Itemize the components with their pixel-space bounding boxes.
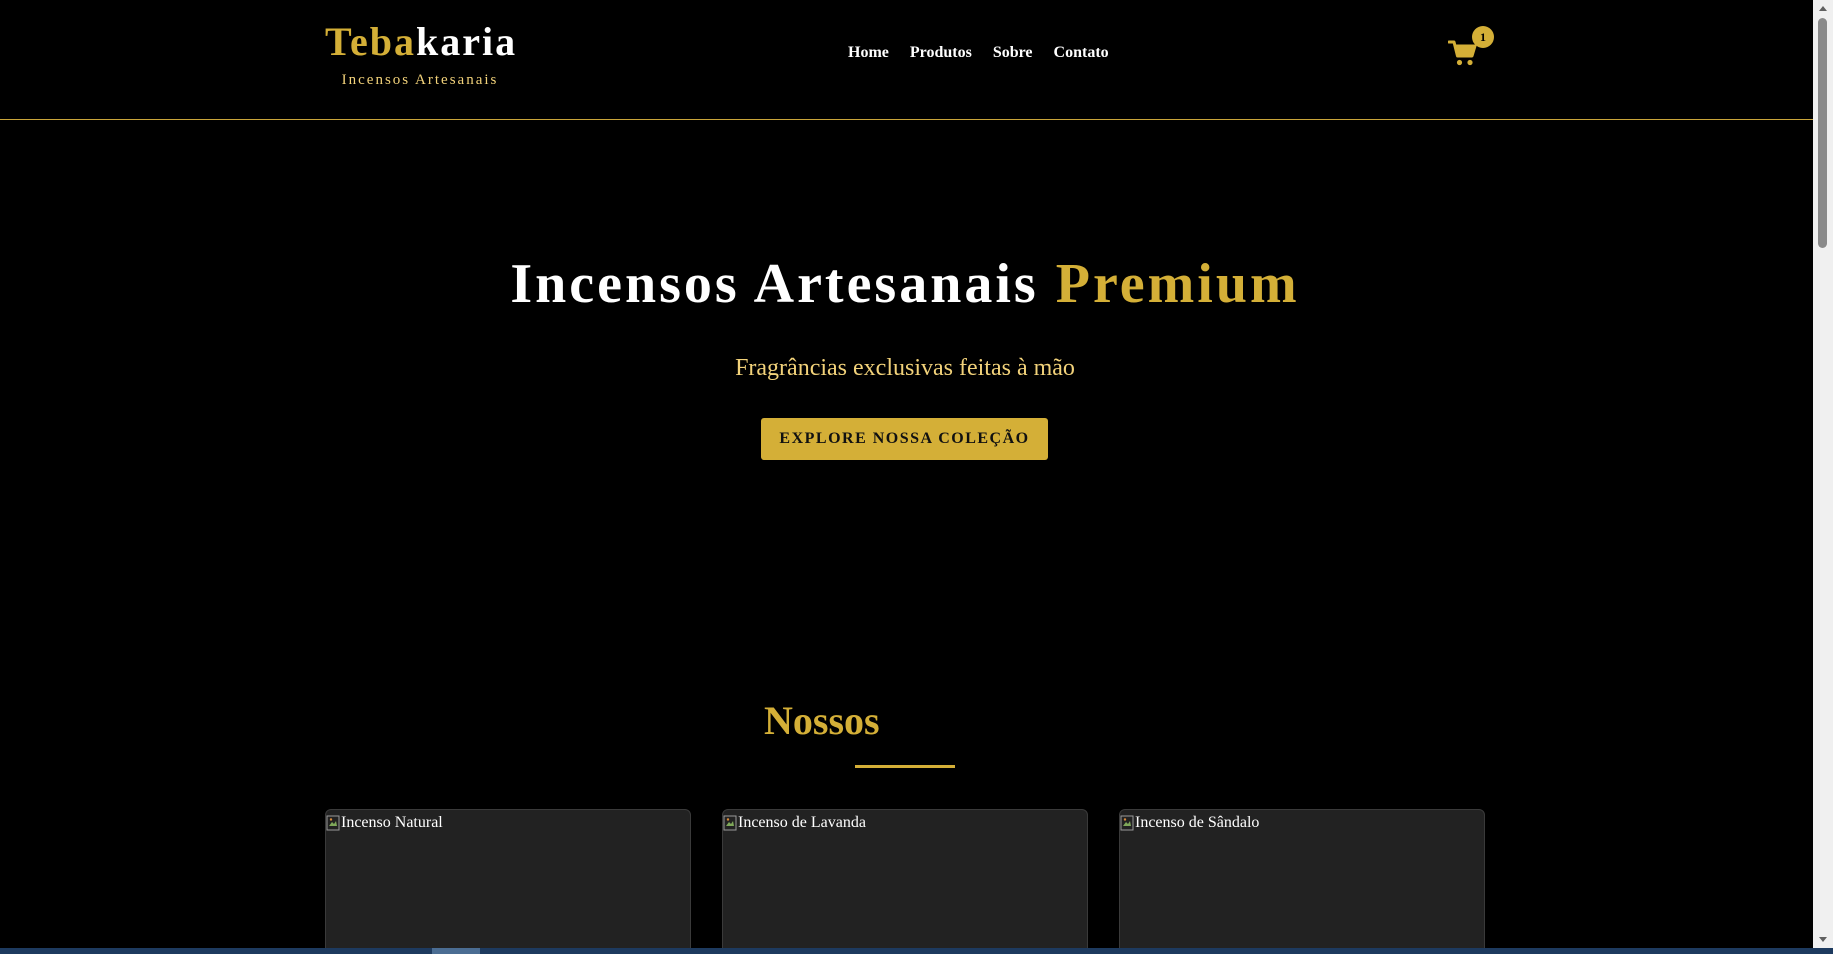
page: Tebakaria Incensos Artesanais Home Produ… <box>0 0 1813 948</box>
taskbar-indicator <box>432 948 480 954</box>
broken-image-icon <box>723 815 737 831</box>
brand-title-white: karia <box>416 19 518 64</box>
product-image-alt-text: Incenso Natural <box>341 814 443 831</box>
broken-image-icon <box>1120 815 1134 831</box>
scrollbar-thumb[interactable] <box>1818 18 1827 248</box>
product-image: Incenso de Sândalo <box>1120 814 1259 832</box>
hero-title-highlight: Premium <box>1055 253 1300 315</box>
brand-title: Tebakaria <box>325 18 515 66</box>
product-image-alt-text: Incenso de Lavanda <box>738 814 866 831</box>
product-card[interactable]: Incenso Natural <box>325 809 691 948</box>
product-image: Incenso Natural <box>326 814 443 832</box>
scroll-down-icon[interactable] <box>1813 931 1833 948</box>
brand-tagline: Incensos Artesanais <box>341 72 499 88</box>
section-divider <box>855 765 955 768</box>
main-nav: Home Produtos Sobre Contato <box>848 44 1109 62</box>
nav-home[interactable]: Home <box>848 44 889 62</box>
nav-contato[interactable]: Contato <box>1054 44 1109 62</box>
hero-subtitle: Fragrâncias exclusivas feitas à mão <box>735 355 1075 381</box>
vertical-scrollbar[interactable] <box>1813 0 1833 948</box>
hero-title-main: Incensos Artesanais <box>510 253 1056 315</box>
site-header: Tebakaria Incensos Artesanais Home Produ… <box>0 0 1813 120</box>
nav-produtos[interactable]: Produtos <box>910 44 972 62</box>
hero-title: Incensos Artesanais Premium <box>0 252 1810 316</box>
products-heading: Nossos <box>764 698 880 743</box>
taskbar-edge <box>0 948 1833 954</box>
scroll-up-icon[interactable] <box>1813 0 1833 17</box>
cart-count-badge: 1 <box>1472 26 1494 48</box>
explore-collection-button[interactable]: EXPLORE NOSSA COLEÇÃO <box>761 418 1048 460</box>
brand-title-gold: Teba <box>325 19 417 64</box>
product-card[interactable]: Incenso de Lavanda <box>722 809 1088 948</box>
cart-button[interactable]: 1 <box>1448 26 1494 68</box>
brand-logo[interactable]: Tebakaria Incensos Artesanais <box>325 18 515 89</box>
product-card[interactable]: Incenso de Sândalo <box>1119 809 1485 948</box>
product-image: Incenso de Lavanda <box>723 814 866 832</box>
broken-image-icon <box>326 815 340 831</box>
product-image-alt-text: Incenso de Sândalo <box>1135 814 1260 831</box>
nav-sobre[interactable]: Sobre <box>993 44 1033 62</box>
